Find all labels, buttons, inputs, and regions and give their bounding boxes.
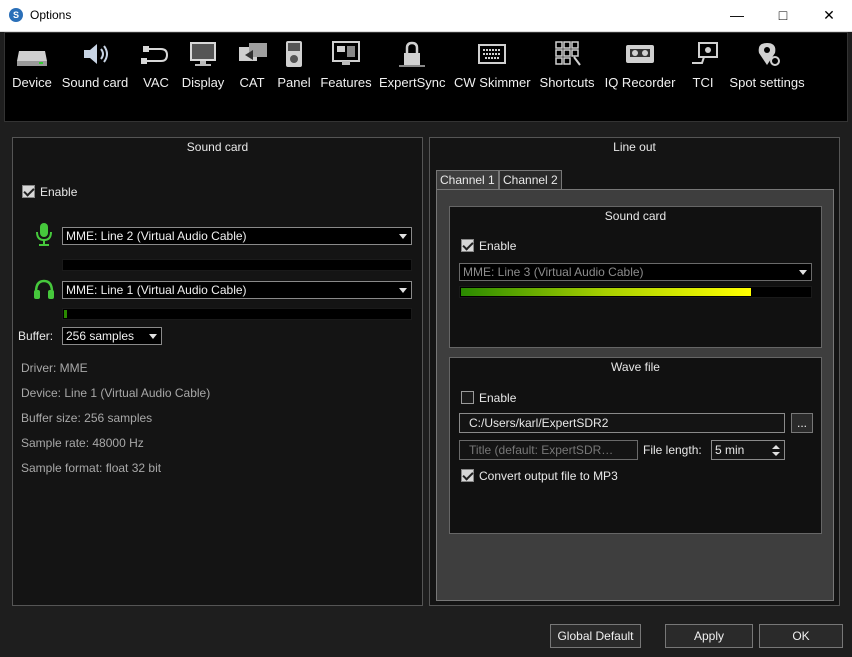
lineout-soundcard-group: Sound card Enable MME: Line 3 (Virtual A… — [449, 206, 822, 348]
lineout-soundcard-enable-checkbox[interactable] — [461, 239, 474, 252]
toolbar-item-expertsync[interactable]: ExpertSync — [379, 39, 445, 99]
soundcard-enable-label: Enable — [40, 185, 78, 199]
lineout-panel-title: Line out — [613, 140, 656, 154]
minimize-button[interactable]: — — [714, 0, 760, 31]
wavefile-enable-checkbox[interactable] — [461, 391, 474, 404]
chevron-down-icon — [799, 270, 807, 275]
lineout-soundcard-enable-label: Enable — [479, 239, 517, 253]
toolbar-item-sound-card[interactable]: Sound card — [60, 39, 130, 99]
toolbar-item-spot-settings[interactable]: Spot settings — [728, 39, 806, 99]
chevron-down-icon — [399, 288, 407, 293]
toolbar-item-iq-recorder[interactable]: IQ Recorder — [604, 39, 676, 99]
toolbar-item-vac[interactable]: VAC — [139, 39, 173, 99]
toolbar-item-display[interactable]: Display — [180, 39, 226, 99]
wavefile-title: Wave file — [611, 360, 660, 374]
shortcuts-icon — [555, 41, 581, 66]
close-button[interactable]: ✕ — [806, 0, 852, 31]
buffer-label: Buffer: — [18, 329, 54, 343]
lineout-soundcard-title: Sound card — [604, 209, 667, 223]
speaker-icon — [84, 44, 108, 64]
toolbar-item-tci[interactable]: TCI — [688, 39, 718, 99]
wavefile-path-input[interactable]: C:/Users/karl/ExpertSDR2 — [459, 413, 785, 433]
info-buffer-size: Buffer size: 256 samples — [21, 411, 153, 425]
tab-channel-2[interactable]: Channel 2 — [499, 170, 562, 190]
output-device-select[interactable]: MME: Line 1 (Virtual Audio Cable) — [62, 281, 412, 299]
lineout-panel: Line out Channel 1 Channel 2 Sound card … — [429, 137, 840, 606]
headphones-icon — [34, 279, 54, 299]
file-length-label: File length: — [643, 443, 702, 457]
ok-button[interactable]: OK — [759, 624, 843, 648]
recording-title-input[interactable]: Title (default: ExpertSDR… — [459, 440, 638, 460]
features-icon — [332, 41, 360, 65]
toolbar-item-features[interactable]: Features — [320, 39, 372, 99]
lineout-device-select[interactable]: MME: Line 3 (Virtual Audio Cable) — [459, 263, 812, 281]
maximize-button[interactable]: □ — [760, 0, 806, 31]
global-default-button[interactable]: Global Default — [550, 624, 641, 648]
cassette-icon — [626, 45, 654, 63]
cat-icon — [239, 43, 267, 61]
device-icon — [17, 51, 47, 66]
input-level-meter — [62, 259, 412, 271]
cable-icon — [141, 46, 169, 64]
output-level-meter — [62, 308, 412, 320]
lock-icon — [399, 41, 425, 67]
spot-icon — [758, 43, 780, 66]
channel-1-page: Sound card Enable MME: Line 3 (Virtual A… — [436, 189, 834, 601]
chevron-down-icon — [399, 234, 407, 239]
browse-button[interactable]: ... — [791, 413, 813, 433]
app-icon: S — [9, 8, 23, 22]
microphone-icon — [36, 223, 52, 246]
convert-mp3-checkbox[interactable] — [461, 469, 474, 482]
spin-down-icon[interactable] — [772, 452, 780, 456]
convert-mp3-label: Convert output file to MP3 — [479, 469, 618, 483]
output-level-fill — [64, 310, 67, 318]
lineout-level-fill — [461, 288, 751, 296]
info-device: Device: Line 1 (Virtual Audio Cable) — [21, 386, 211, 400]
soundcard-enable-checkbox[interactable] — [22, 185, 35, 198]
lineout-level-meter — [459, 286, 812, 298]
toolbar-item-panel[interactable]: Panel — [276, 39, 312, 99]
keyboard-icon — [478, 44, 506, 64]
tab-channel-1[interactable]: Channel 1 — [436, 170, 499, 190]
soundcard-panel: Sound card Enable MME: Line 2 (Virtual A… — [12, 137, 423, 606]
info-sample-rate: Sample rate: 48000 Hz — [21, 436, 144, 450]
soundcard-panel-title: Sound card — [186, 140, 249, 154]
wavefile-enable-label: Enable — [479, 391, 517, 405]
spin-up-icon[interactable] — [772, 445, 780, 449]
options-toolbar: Device Sound card VAC Display CAT Panel … — [4, 32, 848, 122]
wavefile-group: Wave file Enable C:/Users/karl/ExpertSDR… — [449, 357, 822, 534]
title-bar: S Options — □ ✕ — [0, 0, 852, 32]
monitor-icon — [190, 42, 216, 66]
info-driver: Driver: MME — [21, 361, 88, 375]
panel-icon — [286, 41, 302, 67]
apply-button[interactable]: Apply — [665, 624, 753, 648]
tci-icon — [692, 42, 718, 64]
info-sample-format: Sample format: float 32 bit — [21, 461, 162, 475]
window-title: Options — [30, 8, 72, 22]
toolbar-item-device[interactable]: Device — [9, 39, 55, 99]
toolbar-item-cw-skimmer[interactable]: CW Skimmer — [454, 39, 531, 99]
chevron-down-icon — [149, 334, 157, 339]
file-length-spinbox[interactable]: 5 min — [711, 440, 785, 460]
input-device-select[interactable]: MME: Line 2 (Virtual Audio Cable) — [62, 227, 412, 245]
toolbar-item-shortcuts[interactable]: Shortcuts — [538, 39, 596, 99]
buffer-select[interactable]: 256 samples — [62, 327, 162, 345]
toolbar-item-cat[interactable]: CAT — [234, 39, 270, 99]
